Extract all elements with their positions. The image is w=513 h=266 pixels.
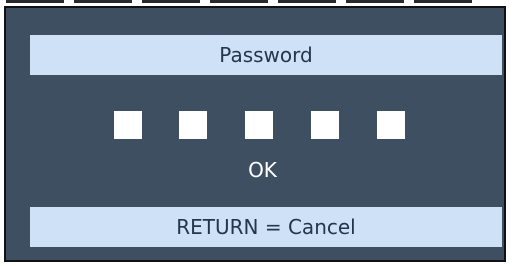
strip-dash	[210, 0, 268, 3]
strip-dash	[142, 0, 200, 3]
password-slot-4	[311, 111, 339, 139]
password-slot-1	[114, 111, 142, 139]
top-decorative-strip	[0, 0, 513, 5]
password-slot-2	[179, 111, 207, 139]
ok-button[interactable]: OK	[6, 158, 513, 182]
dialog-title: Password	[30, 35, 502, 75]
password-slot-3	[245, 111, 273, 139]
strip-dash	[6, 0, 64, 3]
strip-dash	[414, 0, 472, 3]
password-input[interactable]	[6, 111, 513, 141]
strip-dash	[74, 0, 132, 3]
password-slot-5	[377, 111, 405, 139]
strip-dash	[346, 0, 404, 3]
cancel-hint[interactable]: RETURN = Cancel	[30, 207, 502, 247]
strip-dash	[278, 0, 336, 3]
password-dialog: Password OK RETURN = Cancel	[4, 6, 506, 262]
